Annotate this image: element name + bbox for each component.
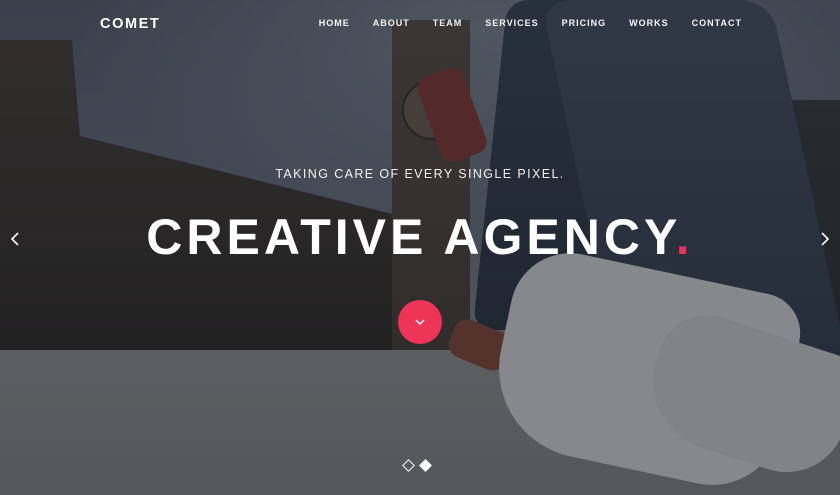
prev-slide-button[interactable]: [5, 228, 25, 250]
chevron-right-icon: [821, 232, 830, 246]
nav-pricing[interactable]: PRICING: [562, 18, 607, 28]
nav-team[interactable]: TEAM: [433, 18, 463, 28]
slide-dot-1[interactable]: [402, 459, 415, 472]
top-navbar: COMET HOME ABOUT TEAM SERVICES PRICING W…: [0, 0, 840, 48]
slide-indicators: [402, 459, 432, 472]
hero-section: COMET HOME ABOUT TEAM SERVICES PRICING W…: [0, 0, 840, 495]
hero-headline-dot: .: [675, 209, 694, 265]
next-slide-button[interactable]: [815, 228, 835, 250]
chevron-left-icon: [10, 232, 19, 246]
nav-works[interactable]: WORKS: [629, 18, 669, 28]
main-nav: HOME ABOUT TEAM SERVICES PRICING WORKS C…: [296, 18, 742, 28]
nav-home[interactable]: HOME: [319, 18, 350, 28]
nav-about[interactable]: ABOUT: [373, 18, 410, 28]
slide-dot-2-active[interactable]: [419, 459, 432, 472]
scroll-down-button[interactable]: [398, 300, 442, 344]
hero-headline: CREATIVE AGENCY.: [0, 207, 840, 267]
hero-headline-text: CREATIVE AGENCY: [146, 209, 676, 265]
chevron-down-icon: [415, 319, 425, 326]
site-logo[interactable]: COMET: [100, 16, 160, 32]
nav-contact[interactable]: CONTACT: [692, 18, 742, 28]
nav-services[interactable]: SERVICES: [485, 18, 538, 28]
hero-tagline: TAKING CARE OF EVERY SINGLE PIXEL.: [275, 167, 565, 181]
